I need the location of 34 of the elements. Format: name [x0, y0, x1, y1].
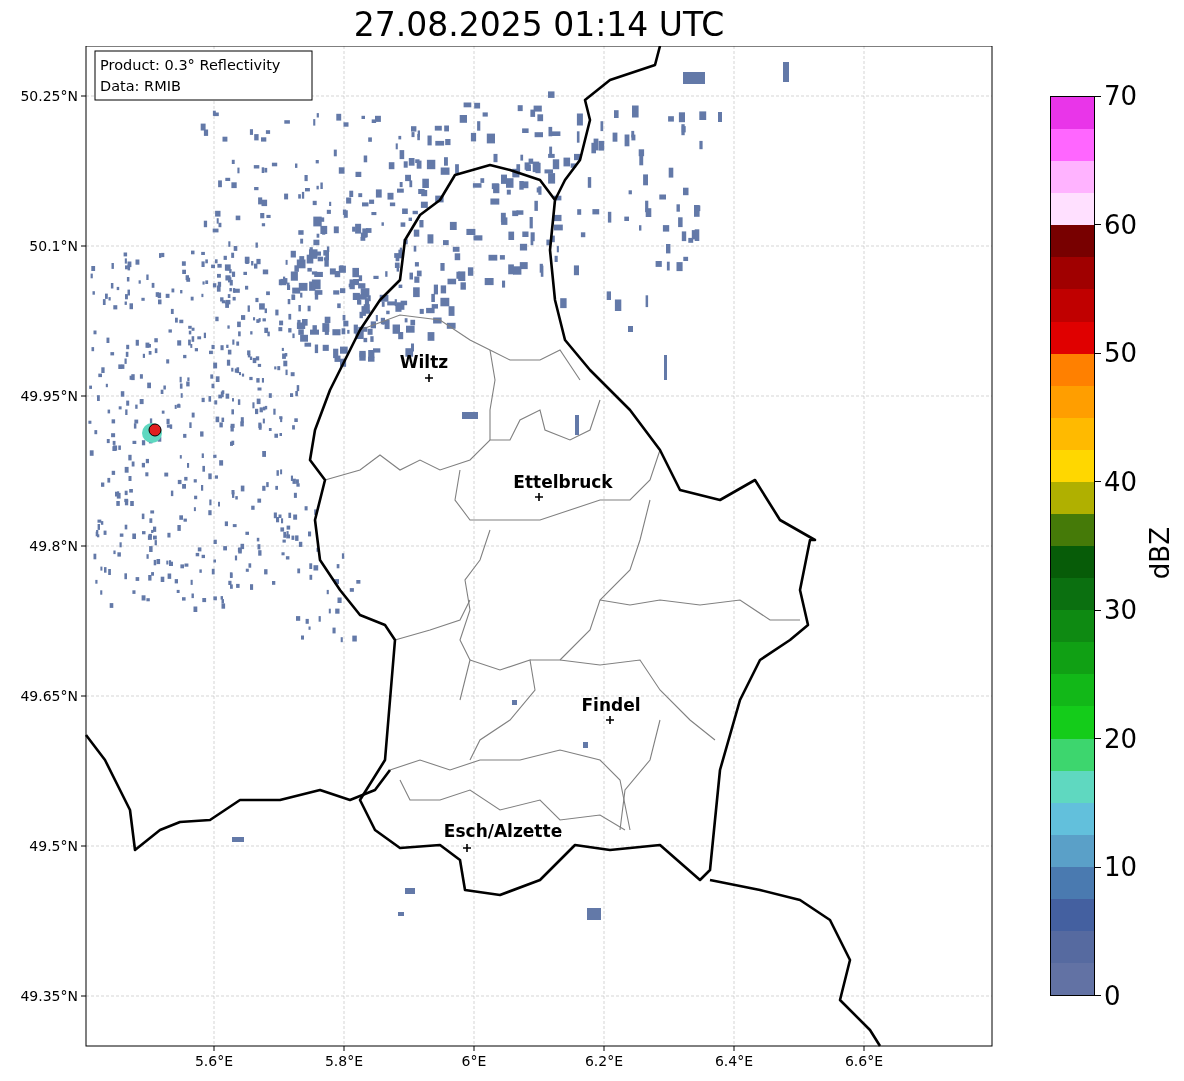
latitude-label: 49.95°N [20, 388, 78, 404]
colorbar-tick-label: 70 [1104, 81, 1138, 111]
colorbar-tick-label: 60 [1104, 209, 1138, 240]
city-marker-icon [605, 715, 615, 725]
colorbar-tick-label: 30 [1104, 595, 1138, 626]
latitude-label: 49.35°N [20, 988, 78, 1004]
colorbar-label: dBZ [1145, 527, 1176, 580]
info-text: Data: RMIB [100, 78, 181, 94]
latitude-label: 49.65°N [20, 688, 78, 704]
colorbar-tick-label: 20 [1104, 723, 1138, 754]
city-label: Ettelbruck [513, 472, 613, 492]
chart-title: 27.08.2025 01:14 UTC [352, 4, 726, 46]
city-label: Findel [581, 695, 641, 715]
info-text: Product: 0.3° Reflectivity [100, 57, 281, 73]
colorbar-tick-label: 50 [1104, 338, 1138, 369]
city-marker-icon [424, 373, 434, 383]
latitude-label: 49.8°N [29, 538, 78, 554]
colorbar-tick-label: 10 [1104, 852, 1138, 883]
longitude-label: 6.2°E [584, 1053, 624, 1069]
city-label: Wiltz [399, 352, 449, 372]
latitude-label: 50.25°N [20, 88, 78, 104]
longitude-label: 6.4°E [714, 1053, 754, 1069]
latitude-label: 50.1°N [29, 238, 78, 254]
longitude-label: 5.6°E [194, 1053, 234, 1069]
colorbar-tick-label: 40 [1104, 466, 1138, 497]
radar-site-icon [142, 423, 162, 443]
latitude-label: 49.5°N [29, 838, 78, 854]
city-marker-icon [534, 492, 544, 502]
city-marker-icon [462, 843, 472, 853]
longitude-label: 6°E [461, 1053, 487, 1069]
city-label: Esch/Alzette [443, 821, 563, 841]
colorbar-tick-label: 0 [1104, 980, 1121, 1011]
longitude-label: 6.6°E [844, 1053, 884, 1069]
longitude-label: 5.8°E [324, 1053, 364, 1069]
